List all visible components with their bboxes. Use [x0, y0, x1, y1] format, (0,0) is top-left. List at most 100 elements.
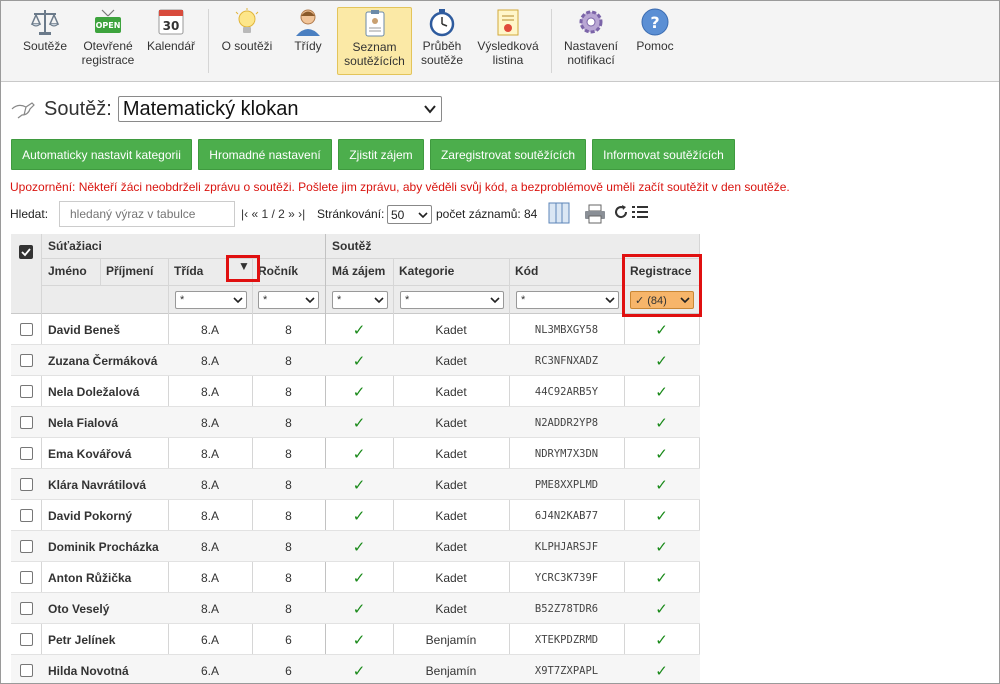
row-checkbox[interactable] — [20, 354, 33, 367]
find-interest-button[interactable]: Zjistit zájem — [338, 139, 424, 170]
toolbar-item-kalendar[interactable]: 30 Kalendář — [143, 7, 199, 75]
table-row[interactable]: Anton Růžička 8.A 8 ✓ Kadet YCRC3K739F ✓ — [11, 562, 700, 593]
row-checkbox[interactable] — [20, 385, 33, 398]
col-header-code[interactable]: Kód — [515, 264, 538, 280]
search-input[interactable] — [59, 201, 235, 227]
student-code: RC3NFNXADZ — [534, 354, 599, 367]
page-size-select[interactable]: 50 — [387, 205, 432, 224]
group-header-students: Súťažiaci — [48, 239, 102, 253]
row-checkbox[interactable] — [20, 323, 33, 336]
toolbar-label-line2: listina — [492, 53, 524, 67]
chevron-down-icon — [305, 297, 315, 304]
student-category: Kadet — [435, 384, 467, 399]
table-row[interactable]: Nela Fialová 8.A 8 ✓ Kadet N2ADDR2YP8 ✓ — [11, 407, 700, 438]
row-checkbox[interactable] — [20, 664, 33, 677]
toolbar-item-pomoc[interactable]: ? Pomoc — [631, 7, 679, 75]
col-header-grade[interactable]: Ročník — [258, 264, 298, 280]
filter-interest-select[interactable]: * — [332, 291, 388, 309]
filter-code-select[interactable]: * — [516, 291, 619, 309]
table-row[interactable]: David Beneš 8.A 8 ✓ Kadet NL3MBXGY58 ✓ — [11, 314, 700, 345]
student-category: Kadet — [435, 446, 467, 461]
student-class: 8.A — [200, 415, 219, 430]
clipboard-eye-icon — [360, 8, 390, 38]
col-header-category[interactable]: Kategorie — [399, 264, 454, 280]
table-row[interactable]: Hilda Novotná 6.A 6 ✓ Benjamín X9T7ZXPAPL ✓ — [11, 655, 700, 683]
student-code: 44C92ARB5Y — [534, 385, 599, 398]
registration-check-icon: ✓ — [655, 569, 668, 587]
student-category: Kadet — [435, 353, 467, 368]
col-header-class[interactable]: Třída — [174, 264, 203, 280]
toolbar-item-seznam-soutezicich[interactable]: Seznam soutěžících — [337, 7, 412, 75]
toolbar-item-nastaveni-notifikaci[interactable]: Nastavení notifikací — [558, 7, 624, 75]
filter-class-select[interactable]: * — [175, 291, 247, 309]
bulk-settings-button[interactable]: Hromadné nastavení — [198, 139, 332, 170]
student-category: Kadet — [435, 415, 467, 430]
registration-check-icon: ✓ — [655, 414, 668, 432]
highlight-box-registration — [622, 254, 702, 317]
main-toolbar: Soutěže OPEN Otevřené registrace 30 Kale… — [1, 1, 999, 82]
chevron-down-icon — [233, 297, 243, 304]
student-name: David Beneš — [48, 322, 121, 337]
auto-category-button[interactable]: Automaticky nastavit kategorii — [11, 139, 192, 170]
student-grade: 8 — [285, 353, 292, 368]
columns-icon[interactable] — [548, 202, 570, 224]
interest-check-icon: ✓ — [352, 476, 366, 494]
student-name: Dominik Procházka — [48, 539, 159, 554]
scales-icon — [30, 7, 60, 37]
col-header-first-name[interactable]: Jméno — [48, 264, 87, 280]
student-class: 8.A — [200, 446, 219, 461]
toolbar-item-o-soutezi[interactable]: O soutěži — [216, 7, 278, 75]
competition-select[interactable]: Matematický klokan — [117, 96, 442, 122]
student-class: 6.A — [200, 632, 219, 647]
col-header-interest[interactable]: Má zájem — [332, 264, 385, 280]
select-all-checkbox[interactable] — [19, 245, 33, 259]
register-button[interactable]: Zaregistrovat soutěžících — [430, 139, 586, 170]
student-category: Benjamín — [425, 632, 477, 647]
toolbar-item-tridy[interactable]: Třídy — [283, 7, 333, 75]
col-header-last-name[interactable]: Příjmení — [106, 264, 153, 280]
row-checkbox[interactable] — [20, 447, 33, 460]
row-checkbox[interactable] — [20, 509, 33, 522]
toolbar-label-line2: notifikací — [567, 53, 615, 67]
row-checkbox[interactable] — [20, 571, 33, 584]
inform-button[interactable]: Informovat soutěžících — [592, 139, 735, 170]
table-row[interactable]: David Pokorný 8.A 8 ✓ Kadet 6J4N2KAB77 ✓ — [11, 500, 700, 531]
group-header-contest: Soutěž — [332, 239, 372, 253]
row-checkbox[interactable] — [20, 478, 33, 491]
student-grade: 8 — [285, 508, 292, 523]
print-icon[interactable] — [584, 204, 606, 224]
table-row[interactable]: Petr Jelínek 6.A 6 ✓ Benjamín XTEKPDZRMD ✓ — [11, 624, 700, 655]
toolbar-separator — [208, 9, 209, 73]
row-checkbox[interactable] — [20, 416, 33, 429]
row-checkbox[interactable] — [20, 602, 33, 615]
table-row[interactable]: Zuzana Čermáková 8.A 8 ✓ Kadet RC3NFNXADZ ✓ — [11, 345, 700, 376]
pager-nav[interactable]: |‹ « 1 / 2 » ›| — [241, 207, 305, 221]
table-row[interactable]: Oto Veselý 8.A 8 ✓ Kadet B52Z78TDR6 ✓ — [11, 593, 700, 624]
record-count-value: 84 — [524, 207, 538, 221]
table-row[interactable]: Ema Kovářová 8.A 8 ✓ Kadet NDRYM7X3DN ✓ — [11, 438, 700, 469]
toolbar-label-line2: soutěže — [420, 53, 464, 67]
toolbar-item-soutez[interactable]: Soutěže — [17, 7, 73, 75]
filter-grade-select[interactable]: * — [258, 291, 319, 309]
toolbar-label: Nastavení — [563, 39, 619, 53]
toolbar-label-line2: soutěžících — [344, 54, 405, 68]
filter-category-select[interactable]: * — [400, 291, 504, 309]
refresh-icon[interactable] — [614, 205, 628, 219]
list-icon[interactable] — [632, 205, 648, 219]
student-name: Klára Navrátilová — [48, 477, 147, 492]
toolbar-item-vysledkova-listina[interactable]: Výsledková listina — [473, 7, 543, 75]
row-checkbox[interactable] — [20, 633, 33, 646]
toolbar-item-otevrene-registrace[interactable]: OPEN Otevřené registrace — [77, 7, 139, 75]
student-grade: 8 — [285, 601, 292, 616]
toolbar-label-line2: registrace — [81, 53, 135, 67]
student-category: Kadet — [435, 539, 467, 554]
row-checkbox[interactable] — [20, 540, 33, 553]
table-row[interactable]: Dominik Procházka 8.A 8 ✓ Kadet KLPHJARSJF ✓ — [11, 531, 700, 562]
student-code: N2ADDR2YP8 — [534, 416, 599, 429]
student-code: XTEKPDZRMD — [534, 633, 599, 646]
table-row[interactable]: Nela Doležalová 8.A 8 ✓ Kadet 44C92ARB5Y ✓ — [11, 376, 700, 407]
table-row[interactable]: Klára Navrátilová 8.A 8 ✓ Kadet PME8XXPLMD ✓ — [11, 469, 700, 500]
kangaroo-icon — [11, 102, 35, 119]
toolbar-item-prubeh-souteze[interactable]: Průběh soutěže — [415, 7, 469, 75]
chevron-down-icon — [374, 297, 384, 304]
